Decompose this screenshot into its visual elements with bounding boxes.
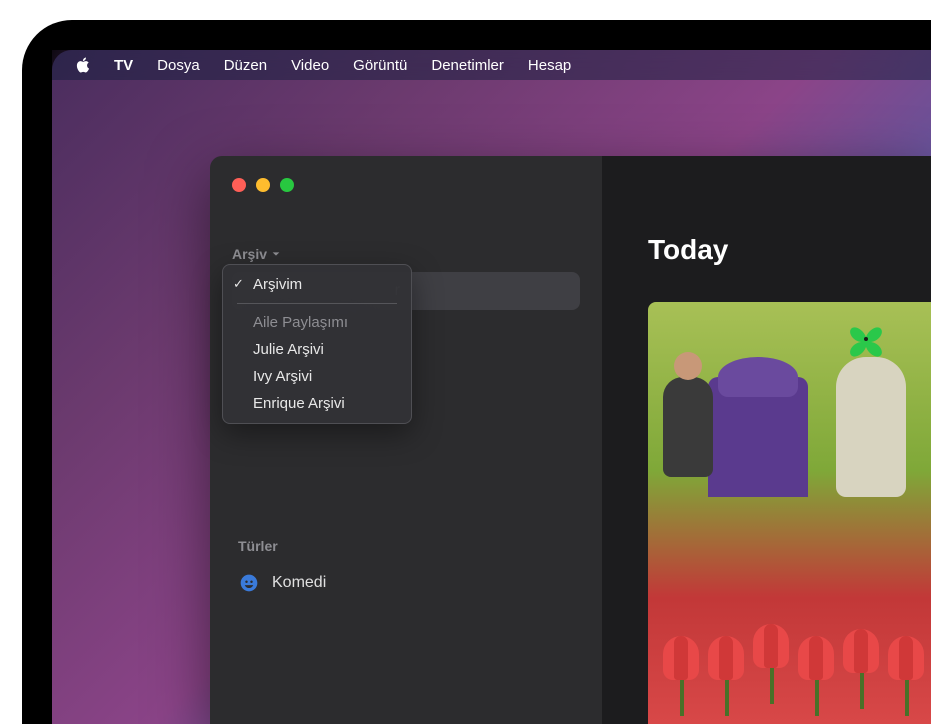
screen: TV Dosya Düzen Video Görüntü Denetimler … (52, 50, 931, 724)
bandaged-figure (836, 357, 906, 497)
window-controls (232, 178, 294, 192)
tulip-icon (888, 636, 926, 716)
butterfly-icon (846, 322, 886, 357)
media-thumbnail[interactable] (648, 302, 931, 724)
purple-chair (708, 377, 808, 497)
menubar: TV Dosya Düzen Video Görüntü Denetimler … (52, 50, 931, 80)
genres-section: Türler Komedi (232, 538, 580, 600)
comedy-mask-icon (238, 572, 260, 594)
content-title: Today (648, 234, 931, 266)
library-dropdown-trigger[interactable]: Arşiv (232, 246, 580, 262)
thumbnail-scene (648, 302, 931, 724)
child-figure (663, 377, 713, 477)
tulip-icon (798, 636, 836, 716)
apple-logo-icon[interactable] (74, 56, 92, 74)
tulip-icon (708, 636, 746, 716)
menubar-video[interactable]: Video (291, 57, 329, 74)
dropdown-julie[interactable]: Julie Arşivi (223, 336, 411, 363)
genre-item-comedy[interactable]: Komedi (232, 566, 580, 600)
chevron-down-icon (271, 249, 281, 259)
expand-button[interactable] (280, 178, 294, 192)
minimize-button[interactable] (256, 178, 270, 192)
dropdown-enrique[interactable]: Enrique Arşivi (223, 390, 411, 417)
dropdown-ivy[interactable]: Ivy Arşivi (223, 363, 411, 390)
genre-label: Komedi (272, 574, 326, 592)
menubar-app-name[interactable]: TV (114, 57, 133, 74)
app-window: Arşiv r Türler Komedi (210, 156, 931, 724)
close-button[interactable] (232, 178, 246, 192)
dropdown-my-library[interactable]: Arşivim (223, 271, 411, 298)
tulip-icon (663, 636, 701, 716)
genres-header: Türler (232, 538, 580, 554)
library-label: Arşiv (232, 246, 267, 262)
dropdown-separator (237, 303, 397, 304)
library-dropdown-menu: Arşivim Aile Paylaşımı Julie Arşivi Ivy … (222, 264, 412, 424)
tulip-icon (753, 624, 791, 704)
menubar-account[interactable]: Hesap (528, 57, 571, 74)
dropdown-family-header: Aile Paylaşımı (223, 309, 411, 336)
menubar-edit[interactable]: Düzen (224, 57, 267, 74)
menubar-view[interactable]: Görüntü (353, 57, 407, 74)
menubar-controls[interactable]: Denetimler (431, 57, 504, 74)
menubar-file[interactable]: Dosya (157, 57, 200, 74)
content-header: Today (602, 156, 931, 266)
content-area: Today (602, 156, 931, 724)
tulip-icon (843, 629, 881, 709)
device-frame: TV Dosya Düzen Video Görüntü Denetimler … (22, 20, 931, 724)
